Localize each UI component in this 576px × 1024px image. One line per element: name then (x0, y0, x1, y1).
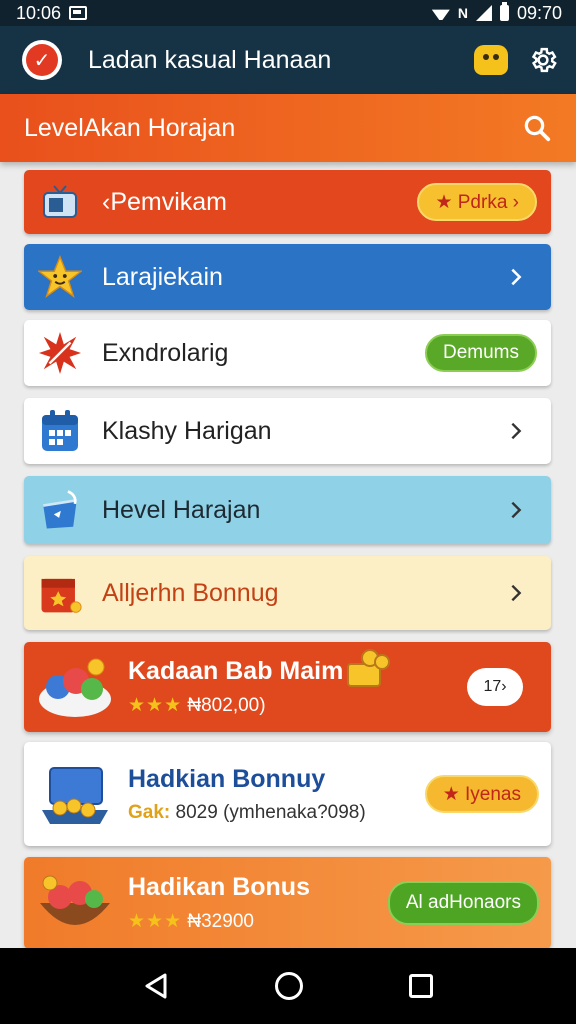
wifi-icon (432, 6, 450, 20)
gear-icon[interactable] (528, 45, 558, 75)
bucket-icon (38, 488, 82, 532)
list-item-label: ‹Pemvikam (102, 187, 228, 216)
list-item-label: Exndrolarig (102, 338, 229, 367)
calendar-icon (38, 409, 82, 453)
back-icon[interactable] (143, 972, 169, 1000)
level-header: LevelAkan Horajan (0, 94, 576, 162)
demo-button[interactable]: Demums (424, 334, 537, 372)
reward-card[interactable]: Hadikan Bonus ★★★ ₦32900 Al adHonaors (24, 857, 551, 949)
reward-card[interactable]: Kadaan Bab Maim ★★★ ₦802,00) 17› (24, 642, 551, 732)
signal-icon (475, 5, 492, 21)
card-title: Hadkian Bonnuy (128, 764, 326, 793)
list-item[interactable]: ‹Pemvikam ★ Pdrka › (24, 170, 551, 234)
list-item[interactable]: Hevel Harajan (24, 476, 551, 544)
laptop-coins-icon (36, 758, 114, 830)
app-logo[interactable]: ✓ (22, 40, 62, 80)
app-bar: ✓ Ladan kasual Hanaan (0, 26, 576, 94)
list-item-label: Alljerhn Bonnug (102, 578, 279, 607)
chevron-right-icon (511, 501, 522, 519)
chevron-right-icon (511, 584, 522, 602)
list-item[interactable]: Exndrolarig Demums (24, 320, 551, 386)
gift-box-icon (38, 571, 82, 615)
card-title: Hadikan Bonus (128, 873, 310, 901)
nav-bar (0, 948, 576, 1024)
page-title: LevelAkan Horajan (24, 113, 236, 142)
rating-stars: ★★★ (128, 911, 183, 932)
rating-stars: ★★★ (128, 695, 183, 716)
app-title: Ladan kasual Hanaan (88, 45, 332, 74)
food-bowl-icon (36, 867, 114, 939)
burst-icon (38, 331, 82, 375)
tv-icon (38, 180, 82, 224)
badge-button[interactable]: ★ Iyenas (424, 775, 539, 813)
checkmark-icon: ✓ (26, 44, 58, 76)
list-item[interactable]: Larajiekain (24, 244, 551, 310)
card-value: 8029 (ymhenaka?098) (175, 801, 366, 823)
coins-basket-icon (347, 649, 390, 687)
chevron-right-icon (511, 268, 522, 286)
food-bowl-icon (36, 651, 114, 723)
card-prefix: Gak: (128, 801, 171, 823)
status-bar: 10:06 N 09:70 (0, 0, 576, 26)
mascot-icon[interactable] (474, 45, 508, 75)
battery-icon (499, 2, 509, 21)
recents-icon[interactable] (409, 974, 433, 998)
reward-card[interactable]: Hadkian Bonnuy Gak: 8029 (ymhenaka?098) … (24, 742, 551, 846)
chevron-right-icon (511, 422, 522, 440)
status-time-right: 09:70 (516, 2, 562, 23)
card-subtitle: ★★★ ₦802,00) (128, 694, 467, 717)
card-value: ₦802,00) (187, 695, 266, 716)
star-mascot-icon (38, 254, 82, 299)
card-title: Kadaan Bab Maim (128, 657, 344, 685)
list-item-label: Klashy Harigan (102, 416, 272, 445)
home-icon[interactable] (275, 972, 303, 1000)
list-item[interactable]: Alljerhn Bonnug (24, 556, 551, 630)
honors-button[interactable]: Al adHonaors (387, 881, 539, 925)
list-item-label: Larajiekain (102, 262, 223, 291)
notification-icon (69, 6, 88, 20)
search-icon[interactable] (522, 113, 552, 143)
list-item-label: Hevel Harajan (102, 495, 261, 524)
status-time: 10:06 (16, 2, 62, 23)
nfc-icon: N (457, 5, 468, 21)
badge-button[interactable]: ★ Pdrka › (417, 183, 537, 221)
card-value: ₦32900 (187, 911, 254, 932)
card-subtitle: ★★★ ₦32900 (128, 910, 388, 933)
chat-bubble-button[interactable]: 17› (467, 668, 523, 706)
card-subtitle: Gak: 8029 (ymhenaka?098) (128, 802, 425, 824)
list-item[interactable]: Klashy Harigan (24, 398, 551, 464)
